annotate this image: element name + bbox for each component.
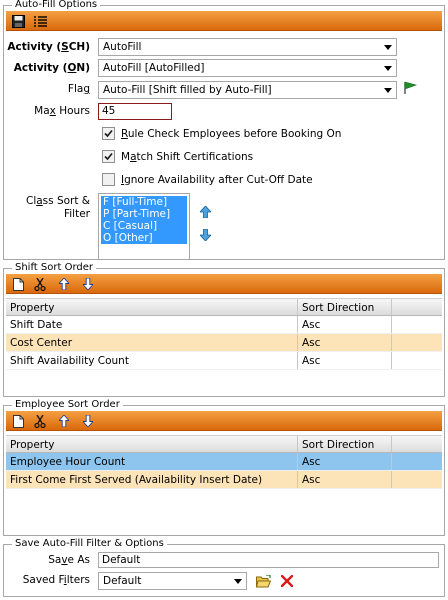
- rule-check-option[interactable]: Rule Check Employees before Booking On: [102, 127, 341, 140]
- activity-sch-select[interactable]: AutoFill: [98, 38, 397, 56]
- rule-check-checkbox[interactable]: [102, 127, 115, 140]
- column-header-property[interactable]: Property: [6, 299, 298, 315]
- property-cell: Shift Date: [6, 316, 298, 333]
- match-cert-option[interactable]: Match Shift Certifications: [102, 150, 253, 163]
- autofill-options-legend: Auto-Fill Options: [12, 0, 101, 11]
- chevron-down-icon: [384, 45, 392, 50]
- save-icon[interactable]: [10, 13, 26, 29]
- column-header-blank: [392, 436, 442, 452]
- table-row[interactable]: Shift Availability Count Asc: [6, 352, 442, 370]
- shift-sort-toolbar: [6, 274, 442, 294]
- saved-filters-label: Saved Filters: [22, 574, 90, 586]
- table-row[interactable]: First Come First Served (Availability In…: [6, 471, 442, 489]
- chevron-down-icon: [234, 579, 242, 584]
- cut-icon[interactable]: [32, 413, 48, 429]
- class-option[interactable]: P [Part-Time]: [101, 208, 187, 220]
- class-sort-listbox[interactable]: F [Full-Time] P [Part-Time] C [Casual] O…: [98, 193, 190, 260]
- match-cert-label: Match Shift Certifications: [121, 150, 254, 163]
- save-autofill-group: Save Auto-Fill Filter & Options Save As …: [3, 538, 445, 597]
- shift-sort-grid: Property Sort Direction Shift Date Asc C…: [6, 298, 442, 370]
- rule-check-label: Rule Check Employees before Booking On: [121, 127, 342, 140]
- open-folder-icon[interactable]: [255, 573, 271, 589]
- table-row[interactable]: Shift Date Asc: [6, 316, 442, 334]
- move-down-icon[interactable]: [198, 228, 212, 242]
- activity-on-label: Activity (ON): [13, 62, 90, 74]
- property-cell: First Come First Served (Availability In…: [6, 471, 298, 488]
- move-up-icon[interactable]: [56, 276, 72, 292]
- cut-icon[interactable]: [32, 276, 48, 292]
- activity-sch-value: AutoFill: [103, 41, 142, 53]
- new-icon[interactable]: [10, 413, 26, 429]
- class-option[interactable]: O [Other]: [101, 232, 187, 244]
- save-as-input[interactable]: Default: [98, 552, 439, 568]
- match-cert-checkbox[interactable]: [102, 150, 115, 163]
- direction-cell: Asc: [298, 471, 392, 488]
- flag-value: Auto-Fill [Shift filled by Auto-Fill]: [103, 84, 272, 96]
- property-cell: Employee Hour Count: [6, 453, 298, 470]
- direction-cell: Asc: [298, 316, 392, 333]
- max-hours-input[interactable]: 45: [98, 103, 172, 120]
- move-down-icon[interactable]: [80, 413, 96, 429]
- employee-sort-toolbar: [6, 411, 442, 431]
- direction-cell: Asc: [298, 334, 392, 351]
- property-cell: Cost Center: [6, 334, 298, 351]
- grid-header: Property Sort Direction: [6, 298, 442, 316]
- chevron-down-icon: [384, 88, 392, 93]
- direction-cell: Asc: [298, 453, 392, 470]
- grid-header: Property Sort Direction: [6, 435, 442, 453]
- employee-sort-legend: Employee Sort Order: [12, 399, 123, 411]
- class-sort-label: Class Sort & Filter: [25, 195, 90, 220]
- autofill-options-group: Auto-Fill Options Activity (SCH) AutoFil…: [3, 0, 445, 260]
- saved-filters-value: Default: [103, 575, 142, 587]
- save-autofill-legend: Save Auto-Fill Filter & Options: [12, 538, 167, 550]
- chevron-down-icon: [384, 66, 392, 71]
- new-icon[interactable]: [10, 276, 26, 292]
- list-options-icon[interactable]: [32, 13, 48, 29]
- ignore-avail-option[interactable]: Ignore Availability after Cut-Off Date: [102, 173, 313, 186]
- activity-on-select[interactable]: AutoFill [AutoFilled]: [98, 59, 397, 77]
- table-row[interactable]: Cost Center Asc: [6, 334, 442, 352]
- save-as-label: Save As: [48, 554, 90, 566]
- shift-sort-group: Shift Sort Order Property Sort Direction…: [3, 262, 445, 397]
- activity-on-value: AutoFill [AutoFilled]: [103, 62, 205, 74]
- class-option[interactable]: F [Full-Time]: [101, 196, 187, 208]
- saved-filters-select[interactable]: Default: [98, 572, 247, 590]
- employee-sort-grid: Property Sort Direction Employee Hour Co…: [6, 435, 442, 489]
- flag-select[interactable]: Auto-Fill [Shift filled by Auto-Fill]: [98, 81, 397, 99]
- direction-cell: Asc: [298, 352, 392, 369]
- flag-label: Flag: [67, 83, 90, 95]
- column-header-sort-direction[interactable]: Sort Direction: [298, 436, 392, 452]
- shift-sort-legend: Shift Sort Order: [12, 262, 97, 274]
- employee-sort-group: Employee Sort Order Property Sort Direct…: [3, 399, 445, 536]
- move-up-icon[interactable]: [198, 205, 212, 219]
- move-up-icon[interactable]: [56, 413, 72, 429]
- autofill-toolbar: [6, 11, 442, 31]
- activity-sch-label: Activity (SCH): [7, 41, 90, 53]
- delete-icon[interactable]: [279, 573, 295, 589]
- column-header-property[interactable]: Property: [6, 436, 298, 452]
- max-hours-label: Max Hours: [34, 105, 90, 117]
- table-row[interactable]: Employee Hour Count Asc: [6, 453, 442, 471]
- column-header-sort-direction[interactable]: Sort Direction: [298, 299, 392, 315]
- column-header-blank: [392, 299, 442, 315]
- property-cell: Shift Availability Count: [6, 352, 298, 369]
- class-option[interactable]: C [Casual]: [101, 220, 187, 232]
- move-down-icon[interactable]: [80, 276, 96, 292]
- flag-icon[interactable]: [402, 80, 418, 96]
- ignore-avail-label: Ignore Availability after Cut-Off Date: [121, 173, 313, 186]
- ignore-avail-checkbox[interactable]: [102, 173, 115, 186]
